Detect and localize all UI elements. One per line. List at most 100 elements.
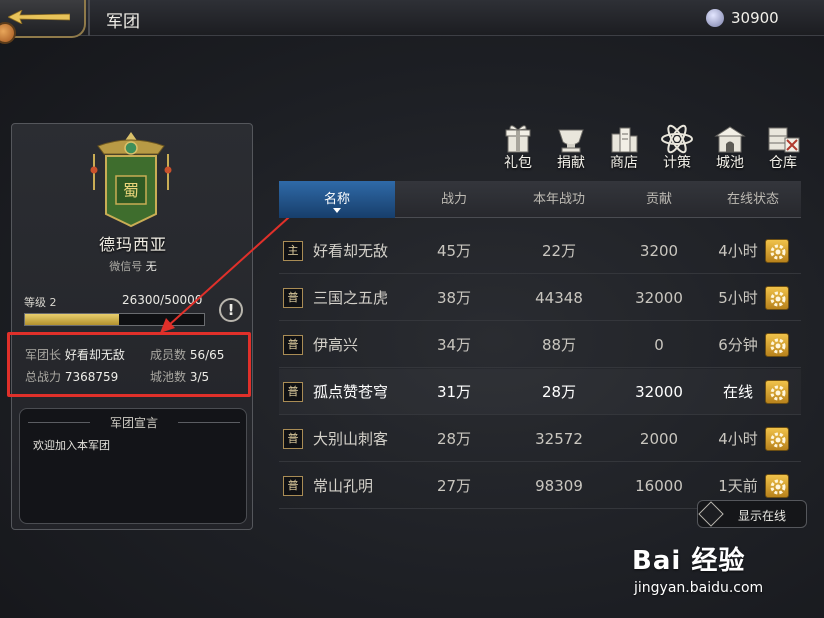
action-label: 捐献 <box>557 155 585 171</box>
action-label: 城池 <box>716 155 744 171</box>
cell-power: 27万 <box>436 477 472 495</box>
orb-icon <box>0 22 16 44</box>
action-city[interactable]: 城池 <box>706 124 754 172</box>
wechat-line: 微信号 无 <box>12 258 254 274</box>
page-title: 军团 <box>106 12 140 32</box>
wechat-label: 微信号 <box>109 260 143 273</box>
action-strategy[interactable]: 计策 <box>653 124 701 172</box>
cell-merit: 88万 <box>541 336 577 354</box>
watermark-url: jingyan.baidu.com <box>634 580 764 596</box>
gear-icon[interactable] <box>765 474 789 498</box>
cell-merit: 98309 <box>535 477 583 495</box>
cell-power: 38万 <box>436 289 472 307</box>
cell-merit: 28万 <box>541 383 577 401</box>
cell-status: 4小时 <box>718 242 758 260</box>
watermark: Bai 经验 jingyan.baidu.com <box>632 540 822 610</box>
action-label: 礼包 <box>504 155 532 171</box>
gear-icon[interactable] <box>765 380 789 404</box>
column-contribution[interactable]: 贡献 <box>613 181 705 218</box>
cell-merit: 22万 <box>541 242 577 260</box>
declaration-text: 欢迎加入本军团 <box>33 439 110 452</box>
action-warehouse[interactable]: 仓库 <box>759 124 807 172</box>
table-row[interactable]: 普伊高兴 34万 88万 0 6分钟 <box>279 322 801 368</box>
column-power[interactable]: 战力 <box>403 181 505 218</box>
cell-status: 在线 <box>722 383 753 401</box>
currency-amount: 30900 <box>731 9 779 27</box>
strategy-icon <box>661 124 693 154</box>
cell-status: 4小时 <box>718 430 758 448</box>
show-online-toggle[interactable]: 显示在线 <box>697 500 807 528</box>
xp-text: 26300/50000 <box>122 293 203 307</box>
table-row[interactable]: 普大别山刺客 28万 32572 2000 4小时 <box>279 416 801 462</box>
rank-badge: 普 <box>283 382 303 402</box>
member-name: 三国之五虎 <box>313 289 389 307</box>
column-name[interactable]: 名称 <box>279 181 395 218</box>
rank-badge: 普 <box>283 476 303 496</box>
city-icon <box>714 126 746 153</box>
member-name: 伊高兴 <box>313 336 359 354</box>
table-row[interactable]: 普三国之五虎 38万 44348 32000 5小时 <box>279 275 801 321</box>
rank-badge: 普 <box>283 288 303 308</box>
action-gift[interactable]: 礼包 <box>494 124 542 172</box>
column-status[interactable]: 在线状态 <box>705 181 801 218</box>
table-row[interactable]: 主好看却无敌 45万 22万 3200 4小时 <box>279 228 801 274</box>
cell-power: 31万 <box>436 383 472 401</box>
action-label: 计策 <box>663 155 691 171</box>
warehouse-icon <box>768 127 800 153</box>
cell-power: 34万 <box>436 336 472 354</box>
gear-icon[interactable] <box>765 286 789 310</box>
guild-name: 德玛西亚 <box>98 235 167 254</box>
member-name: 好看却无敌 <box>313 242 389 260</box>
cell-contrib: 32000 <box>635 289 683 307</box>
cell-contrib: 3200 <box>639 242 679 260</box>
xp-progress-bar <box>24 313 205 326</box>
cell-merit: 32572 <box>535 430 583 448</box>
toggle-label: 显示在线 <box>738 509 787 523</box>
table-row[interactable]: 普孤点赞苍穹 31万 28万 32000 在线 <box>279 369 801 415</box>
table-header: 名称 战力 本年战功 贡献 在线状态 <box>279 181 801 218</box>
level-value: 2 <box>49 296 57 309</box>
donate-icon <box>558 129 584 153</box>
title-divider <box>88 0 90 36</box>
top-bar: 军团 30900 <box>0 0 824 44</box>
column-label: 名称 <box>323 192 350 207</box>
checkbox-diamond-icon <box>698 501 724 527</box>
cell-contrib: 0 <box>654 336 664 354</box>
cell-status: 5小时 <box>718 289 758 307</box>
wechat-value: 无 <box>145 260 157 273</box>
level-label: 等级 <box>24 296 46 309</box>
highlight-box <box>7 332 251 397</box>
column-merit[interactable]: 本年战功 <box>505 181 613 218</box>
declaration-title: 军团宣言 <box>20 414 248 431</box>
cell-status: 6分钟 <box>718 336 758 354</box>
member-name: 孤点赞苍穹 <box>313 383 389 401</box>
guild-level: 等级 2 <box>24 294 57 310</box>
gear-icon[interactable] <box>765 427 789 451</box>
action-label: 仓库 <box>769 155 797 171</box>
cell-power: 28万 <box>436 430 472 448</box>
diamond-icon <box>706 9 724 27</box>
rank-badge: 普 <box>283 429 303 449</box>
rank-badge: 普 <box>283 335 303 355</box>
action-donate[interactable]: 捐献 <box>547 124 595 172</box>
cell-contrib: 32000 <box>635 383 683 401</box>
action-bar: 礼包 捐献 商店 计策 城池 仓库 <box>494 124 814 172</box>
cell-contrib: 2000 <box>639 430 679 448</box>
member-name: 大别山刺客 <box>313 430 389 448</box>
gear-icon[interactable] <box>765 333 789 357</box>
sort-caret-icon <box>333 208 341 213</box>
banner-icon: 蜀 <box>90 132 172 228</box>
guild-emblem: 蜀 <box>88 130 174 230</box>
gift-icon <box>505 125 531 153</box>
action-label: 商店 <box>610 155 638 171</box>
info-button[interactable]: ! <box>219 298 243 322</box>
emblem-char: 蜀 <box>123 181 139 200</box>
action-shop[interactable]: 商店 <box>600 124 648 172</box>
cell-contrib: 16000 <box>635 477 683 495</box>
declaration-box[interactable]: 军团宣言 欢迎加入本军团 <box>19 408 247 524</box>
guild-info-panel: 蜀 德玛西亚 微信号 无 等级 2 26300/50000 ! 军团长 好看却无… <box>11 123 253 530</box>
cell-power: 45万 <box>436 242 472 260</box>
cell-merit: 44348 <box>535 289 583 307</box>
gear-icon[interactable] <box>765 239 789 263</box>
rank-badge: 主 <box>283 241 303 261</box>
